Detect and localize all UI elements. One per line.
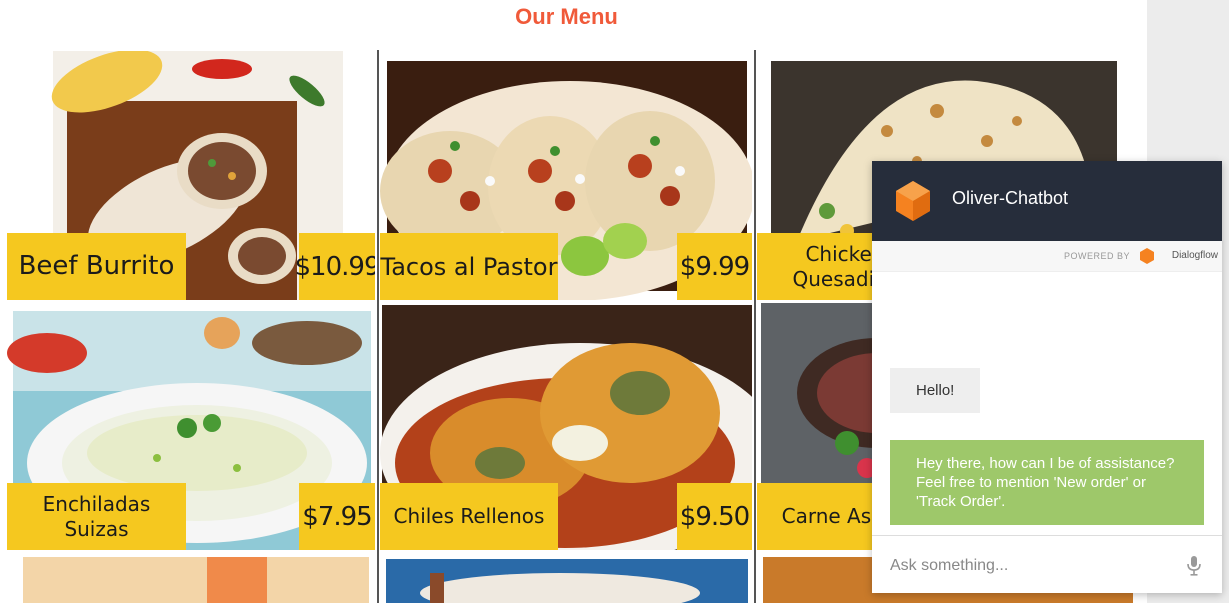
menu-item-name: Enchiladas Suizas — [7, 483, 186, 550]
menu-item-price: $7.95 — [299, 483, 375, 550]
menu-item-row3-a[interactable] — [7, 553, 375, 603]
powered-by-label: POWERED BY — [1063, 251, 1130, 261]
bot-message-bubble: Hey there, how can I be of assistance? F… — [890, 440, 1204, 525]
chatbot-logo-icon — [896, 181, 930, 221]
menu-item-enchiladas-suizas[interactable]: Enchiladas Suizas $7.95 — [7, 303, 375, 550]
user-message-bubble: Hello! — [890, 368, 981, 413]
dialogflow-brand: Dialogflow — [1171, 250, 1218, 261]
menu-item-name: Chiles Rellenos — [380, 483, 558, 550]
microphone-icon[interactable] — [1186, 556, 1202, 576]
menu-row3-photo — [7, 553, 375, 603]
page-title: Our Menu — [515, 4, 618, 29]
chatbot-widget: Oliver-Chatbot POWERED BY Dialogflow Hel… — [872, 161, 1222, 593]
chatbot-header: Oliver-Chatbot — [872, 161, 1222, 241]
menu-row3-photo — [380, 553, 752, 603]
menu-item-beef-burrito[interactable]: Beef Burrito $10.99 — [7, 51, 375, 300]
menu-item-price: $9.50 — [677, 483, 752, 550]
menu-item-chiles-rellenos[interactable]: Chiles Rellenos $9.50 — [380, 303, 752, 550]
menu-item-price: $9.99 — [677, 233, 752, 300]
dialogflow-icon — [1140, 248, 1154, 264]
column-divider — [377, 50, 379, 603]
menu-item-tacos-al-pastor[interactable]: Tacos al Pastor $9.99 — [380, 51, 752, 300]
menu-item-name: Tacos al Pastor — [380, 233, 558, 300]
chatbot-title: Oliver-Chatbot — [952, 188, 1069, 208]
powered-by-bar: POWERED BY Dialogflow — [872, 241, 1222, 272]
column-divider — [754, 50, 756, 603]
chat-input[interactable] — [888, 552, 1182, 580]
menu-item-price: $10.99 — [295, 233, 375, 300]
menu-item-row3-b[interactable] — [380, 553, 752, 603]
chat-input-row — [872, 535, 1222, 594]
menu-item-name: Beef Burrito — [7, 233, 186, 300]
